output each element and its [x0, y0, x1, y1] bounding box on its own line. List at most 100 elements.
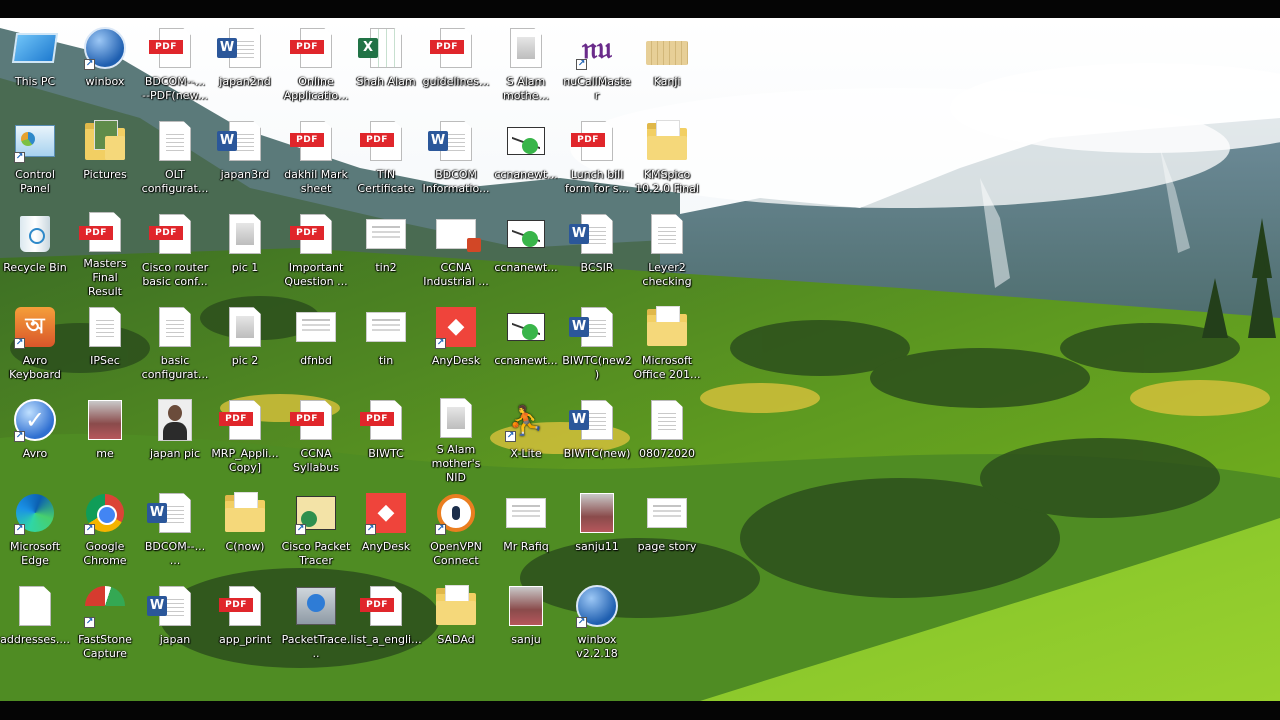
desktop-item-image-file[interactable]: S Alam mother's NID [421, 390, 491, 484]
desktop-item-pdf-file[interactable]: PDF MRP_Appli... Copy] [210, 390, 280, 480]
nucallmaster-icon: 𝔫𝔲 ↗ [576, 30, 612, 70]
desktop-item-excel-document[interactable]: X Shah Alam [351, 18, 421, 108]
desktop-item-anydesk[interactable]: ◆ ↗ AnyDesk [421, 297, 491, 387]
desktop-item-photo[interactable]: sanju11 [562, 483, 632, 573]
desktop-item-word-document[interactable]: Wjapan3rd [210, 111, 280, 201]
desktop-item-label: Control Panel [15, 168, 55, 195]
desktop-item-edge[interactable]: ↗ Microsoft Edge [0, 483, 70, 573]
desktop-item-text-file[interactable]: 08072020 [632, 390, 702, 480]
desktop-item-label: Avro [22, 447, 48, 460]
powerpoint-thumbnail-icon [434, 212, 481, 256]
desktop-item-word-document[interactable]: Wjapan2nd [210, 18, 280, 108]
image-thumbnail-icon [645, 491, 689, 535]
desktop-item-pdf-file[interactable]: PDF list_a_engli... [350, 576, 422, 666]
desktop-item-text-file[interactable]: IPSec [70, 297, 140, 387]
desktop-item-pdf-file[interactable]: PDF TIN Certificate [351, 111, 421, 201]
desktop-item-this-pc[interactable]: This PC [0, 18, 70, 108]
edge-icon: ↗ [13, 491, 57, 535]
desktop-item-label: addresses.... [0, 633, 70, 646]
desktop-item-label: BIWTC(new2) [562, 354, 632, 381]
text-file-icon [153, 119, 197, 163]
folder-icon [645, 305, 689, 349]
desktop-item-pdf-file[interactable]: PDF app_print [210, 576, 280, 666]
desktop-item-label: Avro Keyboard [9, 354, 61, 381]
desktop-item-pdf-file[interactable]: PDF Online Applicatio... [281, 18, 351, 108]
desktop-item-anydesk[interactable]: ◆ ↗ AnyDesk [351, 483, 421, 573]
desktop-item-label: app_print [218, 633, 272, 646]
winbox-icon: ↗ [575, 584, 619, 628]
desktop-item-text-file[interactable]: basic configurat... [140, 297, 210, 387]
desktop-item-label: Kanji [653, 75, 681, 88]
desktop-item-label: Lunch bill form for s... [565, 168, 629, 195]
desktop-item-pdf-file[interactable]: PDF guidelines... [421, 18, 491, 108]
desktop-item-folder[interactable]: C(now) [210, 483, 280, 573]
desktop-item-word-document[interactable]: W BIWTC(new) [562, 390, 632, 480]
desktop-item-text-file[interactable]: Leyer2 checking [632, 204, 702, 294]
desktop-item-word-document[interactable]: W BDCOM--... ... [140, 483, 210, 573]
desktop-item-image-thumbnail[interactable]: Mr Rafiq [491, 483, 561, 573]
image-thumbnail-icon [504, 491, 548, 535]
word-document-icon: W [147, 584, 197, 628]
desktop-item-blank-file[interactable]: addresses.... [0, 576, 70, 666]
desktop-item-control-panel[interactable]: ↗ Control Panel [0, 111, 70, 201]
desktop-item-pdf-file[interactable]: PDF Lunch bill form for s... [562, 111, 632, 201]
desktop-item-faststone-capture[interactable]: ↗ FastStone Capture [70, 576, 140, 666]
desktop-item-word-document[interactable]: W BCSIR [562, 204, 632, 294]
desktop-item-image-file[interactable]: pic 1 [210, 204, 280, 294]
desktop-item-image-thumbnail[interactable]: page story [632, 483, 702, 573]
desktop-item-label: PacketTrace... [281, 633, 351, 660]
desktop-item-packet-tracer-file[interactable]: ccnanewt... [491, 111, 561, 201]
desktop-item-label: SADAd [437, 633, 475, 646]
desktop-item-label: FastStone Capture [78, 633, 132, 660]
desktop-item-text-file[interactable]: OLT configurat... [140, 111, 210, 201]
desktop-item-pdf-file[interactable]: PDF BIWTC [351, 390, 421, 480]
desktop-item-powerpoint-thumbnail[interactable]: CCNA Industrial ... [421, 204, 491, 294]
pdf-file-icon: PDF [149, 26, 197, 70]
desktop-item-image-thumbnail[interactable]: tin [351, 297, 421, 387]
desktop-item-label: Leyer2 checking [642, 261, 692, 288]
desktop-item-pdf-file[interactable]: PDF Masters Final Result [70, 204, 140, 298]
control-panel-icon: ↗ [13, 119, 57, 163]
desktop-item-packet-tracer-file[interactable]: ccnanewt... [491, 297, 561, 387]
desktop-item-pdf-file[interactable]: PDF Cisco router basic conf... [140, 204, 210, 294]
desktop-item-label: Cisco router basic conf... [141, 261, 209, 288]
desktop-item-openvpn[interactable]: ↗ OpenVPN Connect [421, 483, 491, 573]
desktop-item-image-file[interactable]: pic 2 [210, 297, 280, 387]
word-document-icon: W [147, 491, 197, 535]
desktop-item-pdf-file[interactable]: PDF CCNA Syllabus [281, 390, 351, 480]
desktop-item-word-document[interactable]: W BIWTC(new2) [562, 297, 632, 387]
desktop-item-packet-tracer-file[interactable]: ccnanewt... [491, 204, 561, 294]
shortcut-arrow-icon: ↗ [84, 59, 95, 70]
desktop-item-pdf-file[interactable]: PDF Important Question ... [281, 204, 351, 294]
packet-tracer-file-icon [504, 119, 548, 163]
desktop-item-label: IPSec [90, 354, 120, 367]
desktop-item-word-document[interactable]: Wjapan [140, 576, 210, 666]
desktop-item-winbox[interactable]: ↗ winbox [70, 18, 140, 108]
desktop-item-pdf-file[interactable]: PDF dakhil Mark sheet [281, 111, 351, 201]
desktop-item-installer[interactable]: PacketTrace... [281, 576, 351, 666]
desktop-item-pictures-folder[interactable]: Pictures [70, 111, 140, 201]
desktop-item-winbox[interactable]: ↗ winbox v2.2.18 [562, 576, 632, 666]
desktop-item-rar-archive[interactable]: Kanji [632, 18, 702, 108]
desktop-item-image-thumbnail[interactable]: tin2 [351, 204, 421, 294]
desktop-item-portrait-photo[interactable]: japan pic [140, 390, 210, 480]
desktop-item-folder[interactable]: Microsoft Office 201... [632, 297, 702, 387]
desktop-item-label: Pictures [83, 168, 127, 181]
desktop-item-folder[interactable]: SADAd [421, 576, 491, 666]
desktop-item-avro-check[interactable]: ✓ ↗ Avro [0, 390, 70, 480]
desktop-item-image-thumbnail[interactable]: dfnbd [281, 297, 351, 387]
desktop-item-xlite[interactable]: ⛹ ↗ X-Lite [491, 390, 561, 480]
desktop-item-image-file[interactable]: S Alam mothe... [491, 18, 561, 108]
desktop-item-label: OpenVPN Connect [430, 540, 482, 567]
desktop-item-photo[interactable]: sanju [491, 576, 561, 666]
desktop-item-avro-keyboard[interactable]: অ ↗ Avro Keyboard [0, 297, 70, 387]
xlite-icon: ⛹ ↗ [505, 403, 544, 442]
desktop-item-cisco-packet-tracer[interactable]: ↗ Cisco Packet Tracer [281, 483, 351, 573]
desktop-item-word-document[interactable]: W BDCOM Informatio... [421, 111, 491, 201]
desktop-item-pdf-file[interactable]: PDF BDCOM--... --PDF(new... [140, 18, 210, 108]
desktop-item-folder[interactable]: KMSpico 10.2.0 Final [632, 111, 702, 201]
desktop-item-recycle-bin[interactable]: Recycle Bin [0, 204, 70, 294]
desktop-item-nucallmaster[interactable]: 𝔫𝔲 ↗ nuCallMaster [562, 18, 632, 108]
desktop-item-photo[interactable]: me [70, 390, 140, 480]
desktop-item-chrome[interactable]: ↗ Google Chrome [70, 483, 140, 573]
